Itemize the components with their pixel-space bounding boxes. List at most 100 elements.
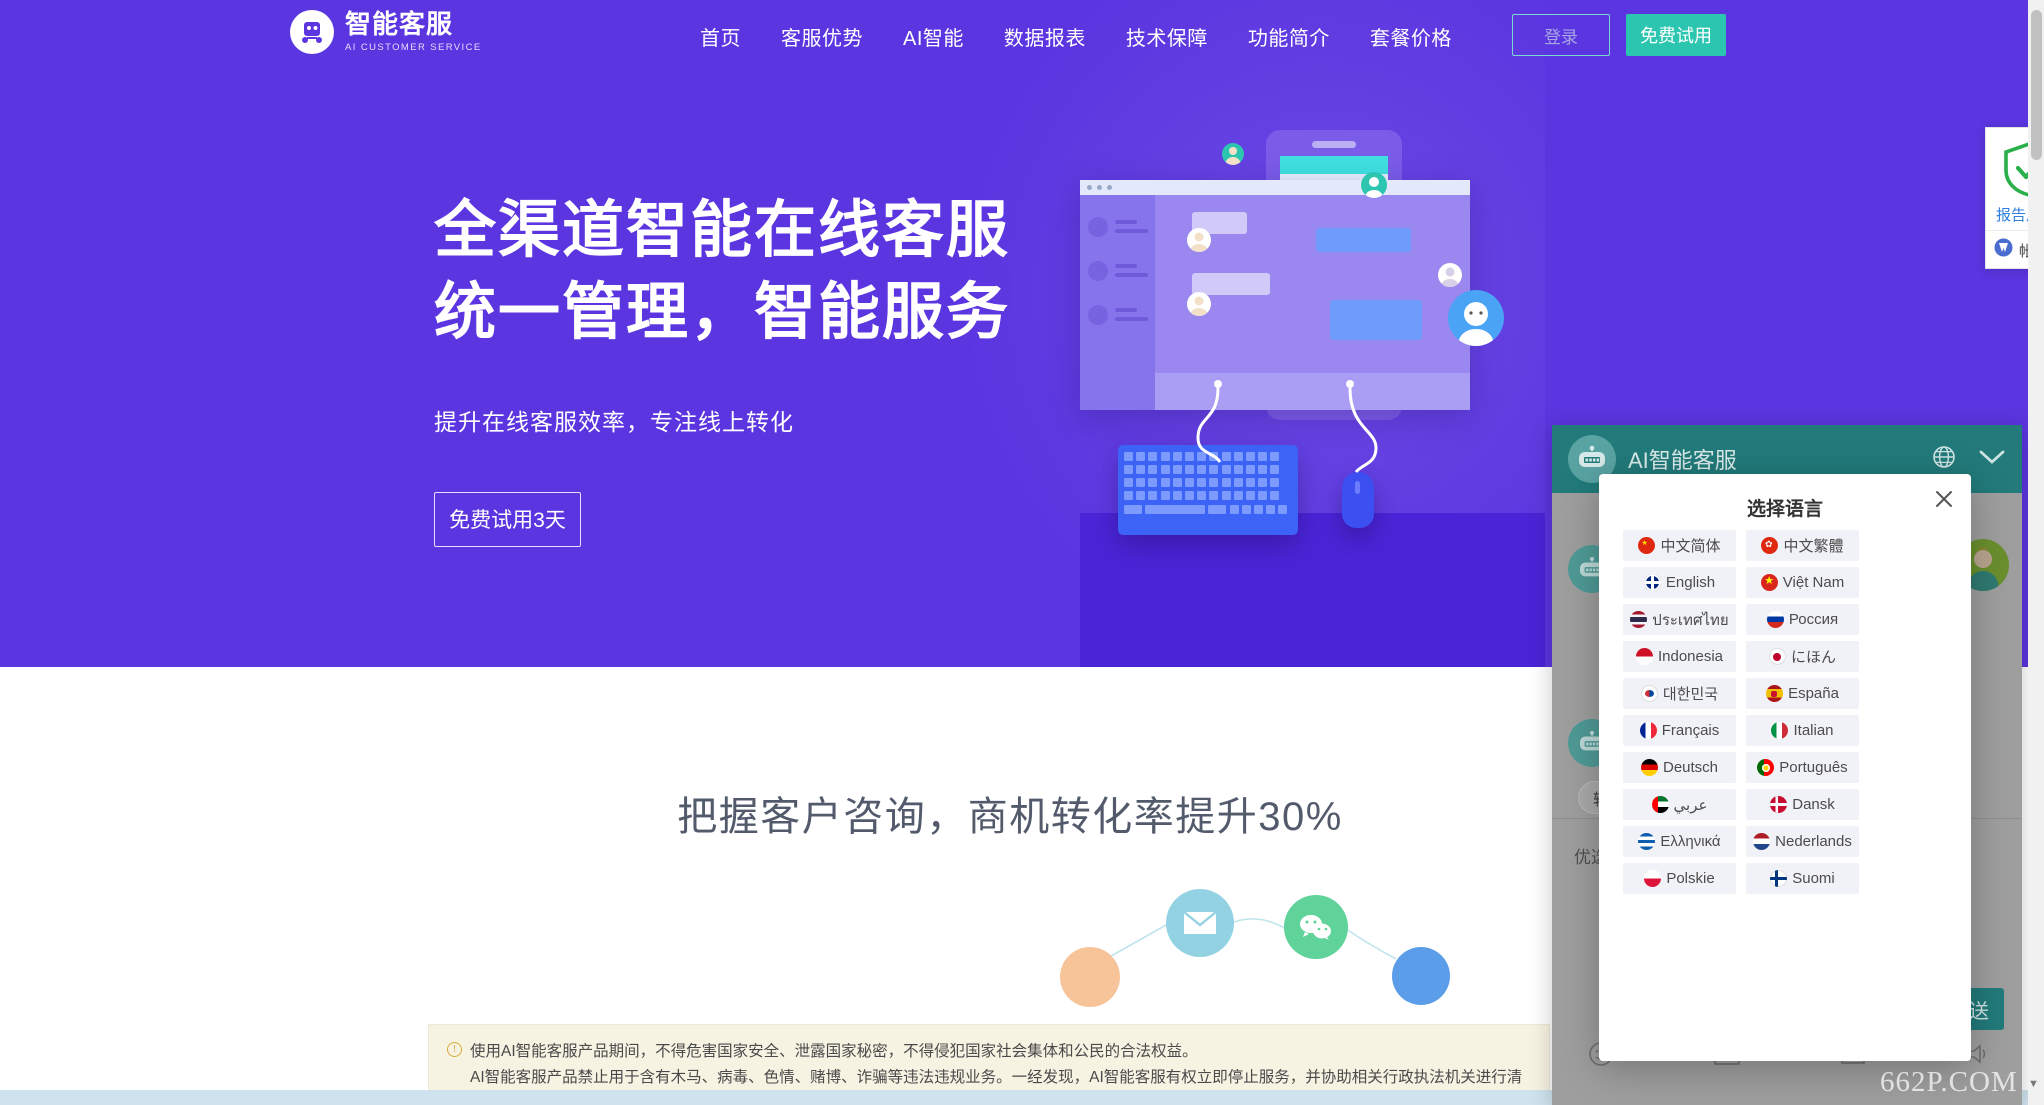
language-option-label: Indonesia xyxy=(1657,648,1724,665)
hero-illustration xyxy=(1080,100,1545,667)
language-option-14[interactable]: Português xyxy=(1746,752,1859,783)
language-modal-title: 选择语言 xyxy=(1746,499,1823,520)
channel-icon-blue xyxy=(1392,947,1450,1005)
hero-subtitle: 提升在线客服效率，专注线上转化 xyxy=(434,408,794,435)
illustration-avatar xyxy=(1187,228,1211,252)
page-root: 全渠道智能在线客服 统一管理，智能服务 提升在线客服效率，专注线上转化 免费试用… xyxy=(0,0,2044,1105)
site-watermark: 662P.COM xyxy=(1880,1066,2018,1098)
language-option-label: 中文简体 xyxy=(1660,538,1721,555)
scrollbar-thumb[interactable] xyxy=(2031,10,2042,160)
tencent-shield-icon xyxy=(1994,238,2013,262)
close-icon[interactable] xyxy=(1931,486,1957,512)
language-option-13[interactable]: Deutsch xyxy=(1623,752,1736,783)
language-option-label: 대한민국 xyxy=(1662,686,1719,703)
brand-tagline: AI CUSTOMER SERVICE xyxy=(345,41,482,53)
flag-icon xyxy=(1640,759,1658,776)
language-option-16[interactable]: Dansk xyxy=(1746,789,1859,820)
nav-link-pricing[interactable]: 套餐价格 xyxy=(1370,22,1452,51)
language-option-17[interactable]: Ελληνικά xyxy=(1623,826,1736,857)
chat-widget-title: AI智能客服 xyxy=(1628,448,1737,473)
language-selection-modal: 选择语言 ★ 中文简体 ✿ 中文繁體 English ★ Việt Nam ประเทศไทย… xyxy=(1599,474,1971,1061)
language-option-1[interactable]: ★ 中文简体 xyxy=(1623,530,1736,561)
language-option-label: Россия xyxy=(1788,611,1839,628)
flag-icon xyxy=(1639,722,1657,739)
language-option-8[interactable]: にほん xyxy=(1746,641,1859,672)
flag-icon xyxy=(1766,685,1784,702)
illustration-browser xyxy=(1080,180,1470,410)
nav-link-ai[interactable]: AI智能 xyxy=(903,22,964,51)
language-option-label: عربي xyxy=(1673,796,1708,814)
language-option-label: Polskie xyxy=(1666,870,1715,887)
nav-link-home[interactable]: 首页 xyxy=(700,22,741,51)
flag-icon: ✿ xyxy=(1761,537,1779,554)
free-trial-button[interactable]: 免费试用 xyxy=(1626,14,1726,56)
language-option-9[interactable]: 대한민국 xyxy=(1623,678,1736,709)
language-option-6[interactable]: Россия xyxy=(1746,604,1859,635)
language-option-2[interactable]: ✿ 中文繁體 xyxy=(1746,530,1859,561)
flag-icon xyxy=(1644,870,1662,887)
language-option-label: España xyxy=(1788,685,1839,702)
language-option-label: Việt Nam xyxy=(1782,574,1845,591)
hero-section: 全渠道智能在线客服 统一管理，智能服务 提升在线客服效率，专注线上转化 免费试用… xyxy=(0,0,1545,667)
flag-icon xyxy=(1771,722,1789,739)
flag-icon: ★ xyxy=(1760,574,1778,591)
illustration-agent-avatar xyxy=(1448,290,1504,346)
nav-links: 首页 客服优势 AI智能 数据报表 技术保障 功能简介 套餐价格 xyxy=(700,0,1452,72)
language-option-label: Suomi xyxy=(1792,870,1835,887)
language-option-label: Dansk xyxy=(1792,796,1835,813)
flag-icon xyxy=(1630,611,1648,628)
wechat-channel-icon xyxy=(1284,895,1348,959)
illustration-avatar xyxy=(1361,172,1387,198)
flag-icon xyxy=(1643,574,1661,591)
nav-link-features[interactable]: 功能简介 xyxy=(1248,22,1330,51)
flag-icon xyxy=(1770,796,1788,813)
flag-icon xyxy=(1770,870,1788,887)
language-option-19[interactable]: Polskie xyxy=(1623,863,1736,894)
illustration-avatar xyxy=(1438,263,1462,287)
illustration-floor xyxy=(1080,513,1545,667)
login-button[interactable]: 登录 xyxy=(1512,14,1610,56)
scroll-down-arrow-icon[interactable]: ▼ xyxy=(2028,1078,2039,1090)
nav-link-advantage[interactable]: 客服优势 xyxy=(781,22,863,51)
notice-line-1: 使用AI智能客服产品期间，不得危害国家安全、泄露国家秘密，不得侵犯国家社会集体和… xyxy=(470,1043,1198,1060)
language-option-12[interactable]: Italian xyxy=(1746,715,1859,746)
hero-title-line-2: 统一管理，智能服务 xyxy=(434,278,1011,348)
language-option-15[interactable]: عربي xyxy=(1623,789,1736,820)
language-option-3[interactable]: English xyxy=(1623,567,1736,598)
flag-icon xyxy=(1768,648,1786,665)
globe-language-icon[interactable] xyxy=(1932,445,1956,474)
flag-icon xyxy=(1638,833,1656,850)
page-scrollbar[interactable] xyxy=(2028,0,2044,1105)
language-option-label: Português xyxy=(1779,759,1848,776)
legal-notice-bar: ! 使用AI智能客服产品期间，不得危害国家安全、泄露国家秘密，不得侵犯国家社会集… xyxy=(428,1024,1550,1094)
language-option-7[interactable]: Indonesia xyxy=(1623,641,1736,672)
flag-icon xyxy=(1753,833,1771,850)
language-option-18[interactable]: Nederlands xyxy=(1746,826,1859,857)
chevron-down-icon[interactable] xyxy=(1978,448,2006,471)
language-option-11[interactable]: Français xyxy=(1623,715,1736,746)
illustration-cables xyxy=(1196,380,1378,474)
illustration-avatar xyxy=(1187,292,1211,316)
language-option-4[interactable]: ★ Việt Nam xyxy=(1746,567,1859,598)
language-option-10[interactable]: España xyxy=(1746,678,1859,709)
flag-icon xyxy=(1757,759,1775,776)
language-option-label: English xyxy=(1665,574,1716,591)
nav-link-tech[interactable]: 技术保障 xyxy=(1126,22,1208,51)
flag-icon xyxy=(1651,796,1669,813)
notice-line-2: AI智能客服产品禁止用于含有木马、病毒、色情、赌博、诈骗等违法违规业务。一经发现… xyxy=(470,1068,1523,1086)
logo-mark-icon xyxy=(290,10,334,54)
nav-actions: 登录 免费试用 xyxy=(1512,14,1726,56)
language-option-label: Français xyxy=(1661,722,1720,739)
language-option-5[interactable]: ประเทศไทย xyxy=(1623,604,1736,635)
language-option-label: ประเทศไทย xyxy=(1652,611,1729,629)
hero-copy: 全渠道智能在线客服 统一管理，智能服务 提升在线客服效率，专注线上转化 免费试用… xyxy=(434,190,1034,547)
language-option-label: 中文繁體 xyxy=(1783,538,1844,555)
flag-icon xyxy=(1640,685,1658,702)
brand-logo[interactable]: 智能客服 AI CUSTOMER SERVICE xyxy=(290,10,482,54)
nav-link-reports[interactable]: 数据报表 xyxy=(1004,22,1086,51)
language-option-label: にほん xyxy=(1790,649,1836,666)
language-options-grid: ★ 中文简体 ✿ 中文繁體 English ★ Việt Nam ประเทศไทย Росси… xyxy=(1623,530,1947,894)
free-trial-3days-button[interactable]: 免费试用3天 xyxy=(434,491,581,547)
channel-graph xyxy=(1040,867,1460,1007)
language-option-20[interactable]: Suomi xyxy=(1746,863,1859,894)
